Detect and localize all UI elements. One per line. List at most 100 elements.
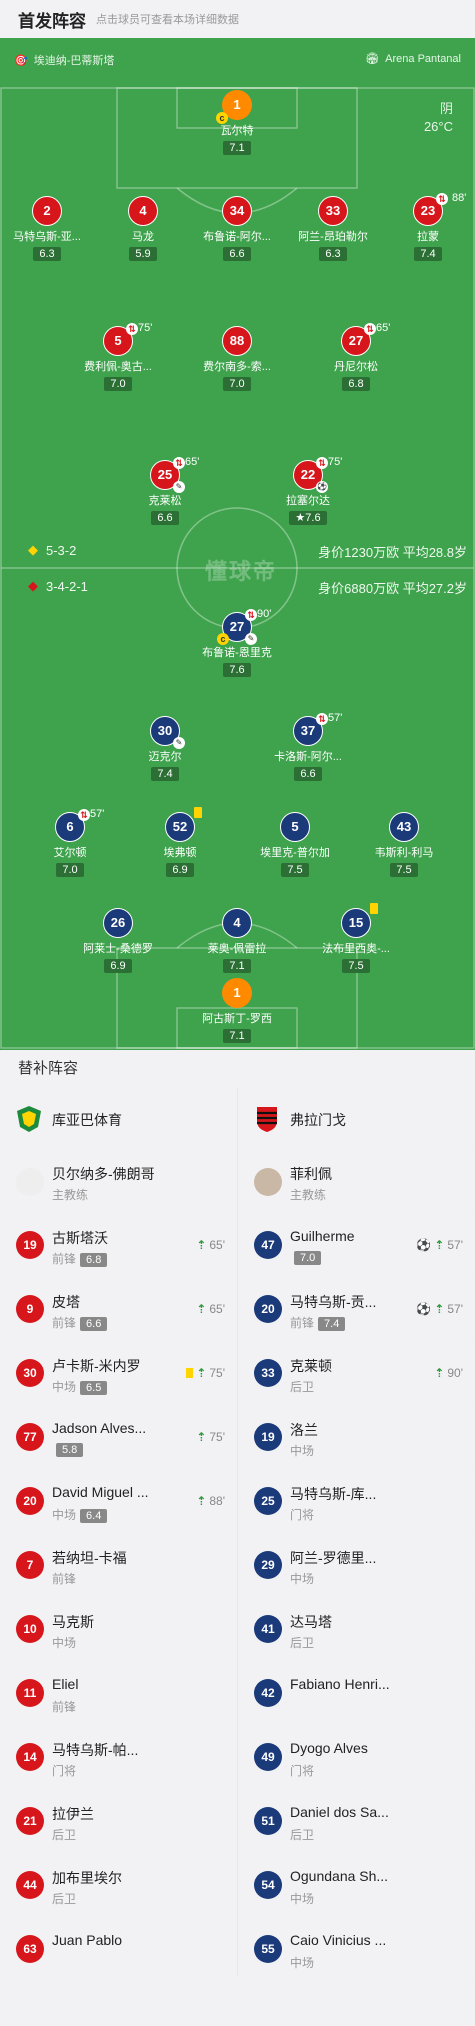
sub-event: ⇡ 65'	[196, 1302, 225, 1316]
sub-player-row[interactable]: 54 Ogundana Sh... 中场	[238, 1856, 475, 1920]
sub-player-row[interactable]: 77 Jadson Alves... 5.8 ⇡ 75'	[0, 1408, 237, 1472]
sub-player-row[interactable]: 7 若纳坦-卡福 前锋	[0, 1536, 237, 1600]
home-player[interactable]: 27 ⇅ 65' 丹尼尔松 6.8	[306, 322, 406, 392]
away-player[interactable]: 4 莱奥-佩雷拉 7.1	[187, 908, 287, 974]
sub-event: ⇡ 75'	[186, 1366, 225, 1380]
cuiaba-badge-icon	[17, 1106, 41, 1132]
sub-player-row[interactable]: 25 马特乌斯-库... 门将	[238, 1472, 475, 1536]
home-player[interactable]: 1c 瓦尔特 7.1	[187, 90, 287, 156]
sub-player-row[interactable]: 63 Juan Pablo	[0, 1920, 237, 1984]
lineup-header: 首发阵容 点击球员可查看本场详细数据	[0, 0, 475, 38]
player-number: 25	[254, 1487, 282, 1515]
player-number: 14	[16, 1743, 44, 1771]
player-name: Fabiano Henri...	[290, 1676, 390, 1692]
sub-player-row[interactable]: 11 Eliel 前锋	[0, 1664, 237, 1728]
sub-out-icon: ⇅	[126, 323, 138, 335]
player-number: 42	[254, 1679, 282, 1707]
player-position: 前锋	[52, 1700, 77, 1714]
player-number: 11	[16, 1679, 44, 1707]
home-player[interactable]: 23 ⇅ 88' 拉蒙 7.4	[378, 192, 475, 262]
away-player[interactable]: 37 ⇅ 57' 卡洛斯-阿尔... 6.6	[258, 712, 358, 782]
home-player[interactable]: 33 阿兰-昂珀勒尔 6.3	[283, 196, 383, 262]
sub-player-row[interactable]: 14 马特乌斯-帕... 门将	[0, 1728, 237, 1792]
player-name: 洛兰	[290, 1422, 318, 1438]
sub-player-row[interactable]: 10 马克斯 中场	[0, 1600, 237, 1664]
home-player[interactable]: 2 马特乌斯-亚... 6.3	[0, 196, 97, 262]
sub-out-icon: ⇅	[316, 457, 328, 469]
sub-event: ⇡ 88'	[196, 1494, 225, 1508]
away-player[interactable]: 43 韦斯利-利马 7.5	[354, 812, 454, 878]
sub-player-row[interactable]: 21 拉伊兰 后卫	[0, 1792, 237, 1856]
away-player[interactable]: 30 ✎ 迈克尔 7.4	[115, 716, 215, 782]
sub-event: ⇡ 75'	[196, 1430, 225, 1444]
player-position: 中场	[290, 1572, 315, 1586]
away-team-value: 身价6880万欧 平均27.2岁	[318, 581, 467, 596]
player-name: 古斯塔沃	[52, 1230, 108, 1246]
player-number: 29	[254, 1551, 282, 1579]
sub-out-icon: ⇅	[245, 609, 257, 621]
away-player[interactable]: 1 阿古斯丁-罗西 7.1	[187, 978, 287, 1044]
player-number: 20	[16, 1487, 44, 1515]
player-position: 中场	[52, 1636, 77, 1650]
home-team-row[interactable]: 库亚巴体育	[0, 1088, 237, 1152]
away-formation: ◆ 3-4-2-1	[28, 578, 88, 594]
player-name: Jadson Alves...	[52, 1420, 147, 1436]
away-player[interactable]: 26 阿莱士-桑德罗 6.9	[68, 908, 168, 974]
player-number: 30	[16, 1359, 44, 1387]
away-player[interactable]: 5 埃里克-普尔加 7.5	[245, 812, 345, 878]
away-coach-row[interactable]: 菲利佩 主教练	[238, 1152, 475, 1216]
sub-player-row[interactable]: 41 达马塔 后卫	[238, 1600, 475, 1664]
away-team-row[interactable]: 弗拉门戈	[238, 1088, 475, 1152]
sub-player-row[interactable]: 49 Dyogo Alves 门将	[238, 1728, 475, 1792]
sub-in-icon: ⇡	[196, 1366, 207, 1380]
home-player[interactable]: 34 布鲁诺-阿尔... 6.6	[187, 196, 287, 262]
sub-player-row[interactable]: 55 Caio Vinicius ... 中场	[238, 1920, 475, 1984]
home-badge-icon: ◆	[28, 542, 38, 557]
home-player[interactable]: 4 马龙 5.9	[93, 196, 193, 262]
player-name: Dyogo Alves	[290, 1740, 368, 1756]
home-player[interactable]: 25 ⇅ ✎ 65' 克莱松 6.6	[115, 456, 215, 526]
player-name: 拉伊兰	[52, 1806, 94, 1822]
sub-player-row[interactable]: 44 加布里埃尔 后卫	[0, 1856, 237, 1920]
sub-player-row[interactable]: 9 皮塔 前锋 6.6 ⇡ 65'	[0, 1280, 237, 1344]
yellow-card-icon	[194, 807, 202, 818]
sub-out-icon: ⇅	[364, 323, 376, 335]
home-player[interactable]: 5 ⇅ 75' 费利佩-奥古... 7.0	[68, 322, 168, 392]
away-player[interactable]: 52 埃弗顿 6.9	[130, 807, 230, 878]
home-player[interactable]: 22 ⇅ ⚽ 75' 拉塞尔达 ★7.6	[258, 456, 358, 526]
sub-player-row[interactable]: 20 David Miguel ... 中场 6.4 ⇡ 88'	[0, 1472, 237, 1536]
sub-player-row[interactable]: 47 Guilherme 7.0 ⚽ ⇡ 57'	[238, 1216, 475, 1280]
player-number: 55	[254, 1935, 282, 1963]
player-rating: 6.4	[80, 1509, 108, 1523]
home-coach-row[interactable]: 贝尔纳多-佛朗哥 主教练	[0, 1152, 237, 1216]
subs-title: 替补阵容	[0, 1050, 475, 1088]
sub-player-row[interactable]: 33 克莱顿 后卫 ⇡ 90'	[238, 1344, 475, 1408]
page-subtitle: 点击球员可查看本场详细数据	[96, 14, 239, 26]
captain-icon: c	[217, 633, 229, 645]
sub-player-row[interactable]: 20 马特乌斯-贡... 前锋 7.4 ⚽ ⇡ 57'	[238, 1280, 475, 1344]
player-number: 7	[16, 1551, 44, 1579]
player-name: 马特乌斯-贡...	[290, 1294, 377, 1310]
away-player[interactable]: 15 法布里西奥-... 7.5	[306, 903, 406, 974]
coach-avatar	[16, 1168, 44, 1196]
sub-event: ⇡ 90'	[434, 1366, 463, 1380]
player-rating: 7.0	[294, 1251, 322, 1265]
sub-player-row[interactable]: 29 阿兰-罗德里... 中场	[238, 1536, 475, 1600]
sub-player-row[interactable]: 42 Fabiano Henri...	[238, 1664, 475, 1728]
sub-in-icon: ⇡	[196, 1302, 207, 1316]
stadium-icon: 🏟	[365, 53, 380, 65]
player-position: 后卫	[52, 1892, 77, 1906]
sub-player-row[interactable]: 30 卢卡斯-米内罗 中场 6.5 ⇡ 75'	[0, 1344, 237, 1408]
player-number: 19	[254, 1423, 282, 1451]
player-number: 21	[16, 1807, 44, 1835]
player-name: 皮塔	[52, 1294, 80, 1310]
away-player[interactable]: 27 ⇅ c ✎ 90' 布鲁诺-恩里克 7.6	[187, 608, 287, 678]
home-player[interactable]: 88 费尔南多-索... 7.0	[187, 326, 287, 392]
player-number: 47	[254, 1231, 282, 1259]
sub-player-row[interactable]: 19 古斯塔沃 前锋 6.8 ⇡ 65'	[0, 1216, 237, 1280]
sub-player-row[interactable]: 19 洛兰 中场	[238, 1408, 475, 1472]
away-player[interactable]: 6 ⇅ 57' 艾尔顿 7.0	[20, 808, 120, 878]
sub-player-row[interactable]: 51 Daniel dos Sa... 后卫	[238, 1792, 475, 1856]
sub-out-icon: ⇅	[78, 809, 90, 821]
home-subs: 库亚巴体育 贝尔纳多-佛朗哥 主教练 19 古斯塔沃 前锋 6.8 ⇡ 65' 9 皮塔 前锋 6…	[0, 1088, 237, 1984]
